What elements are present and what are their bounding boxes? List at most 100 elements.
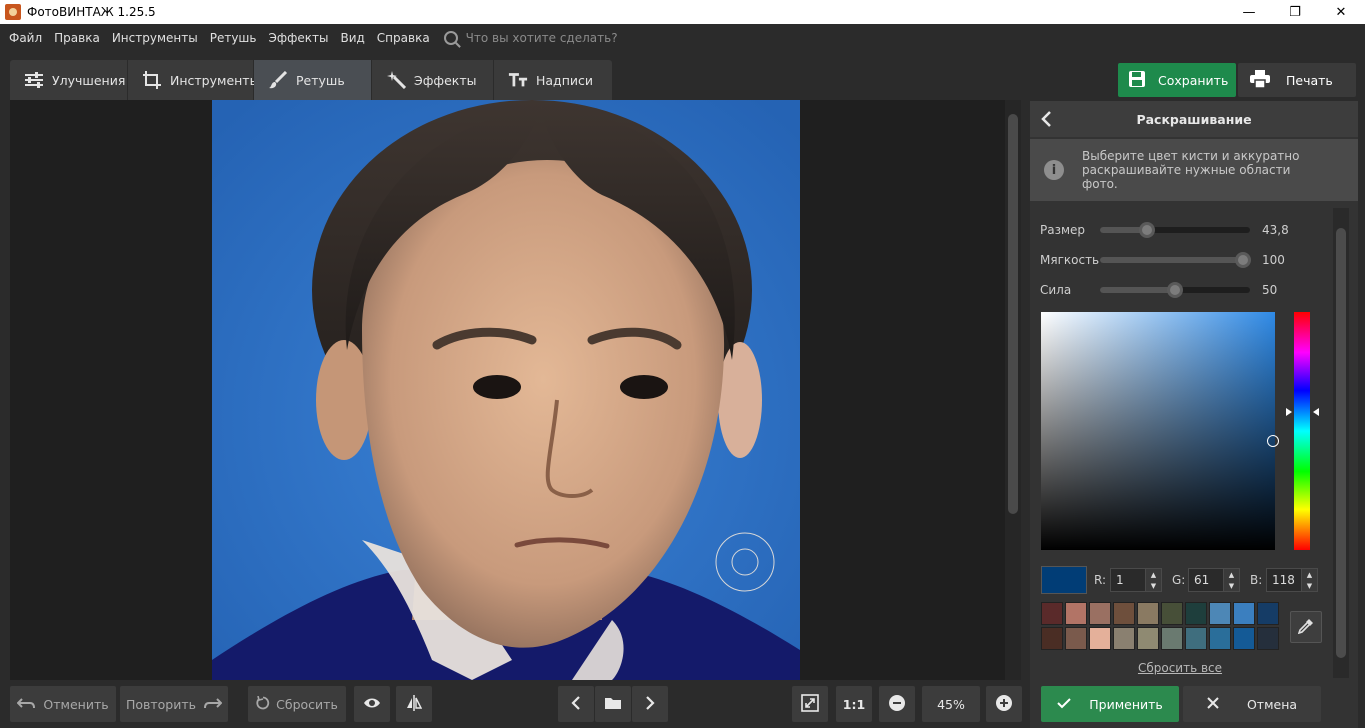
next-image-button[interactable] bbox=[632, 686, 668, 722]
previous-image-button[interactable] bbox=[558, 686, 594, 722]
tab-enhancements[interactable]: Улучшения bbox=[10, 60, 128, 100]
strength-slider[interactable]: Сила 50 bbox=[1040, 280, 1340, 300]
hue-slider[interactable] bbox=[1294, 312, 1310, 550]
chevron-up-icon[interactable]: ▲ bbox=[1307, 571, 1312, 579]
maximize-button[interactable]: ❐ bbox=[1272, 0, 1318, 24]
chevron-up-icon[interactable]: ▲ bbox=[1229, 571, 1234, 579]
hue-marker-right-icon[interactable] bbox=[1313, 407, 1319, 416]
compare-button[interactable] bbox=[396, 686, 432, 722]
palette-swatch[interactable] bbox=[1137, 602, 1159, 625]
zoom-out-icon bbox=[888, 694, 906, 715]
palette-swatch[interactable] bbox=[1233, 602, 1255, 625]
menu-effects[interactable]: Эффекты bbox=[262, 31, 334, 45]
undo-label: Отменить bbox=[43, 696, 109, 712]
palette-swatch[interactable] bbox=[1041, 627, 1063, 650]
green-input[interactable]: 61 bbox=[1188, 568, 1224, 592]
palette-swatch[interactable] bbox=[1233, 627, 1255, 650]
image-canvas[interactable] bbox=[10, 100, 1005, 680]
palette-swatch[interactable] bbox=[1185, 602, 1207, 625]
palette-swatch[interactable] bbox=[1257, 627, 1279, 650]
panel-scrollbar[interactable] bbox=[1333, 208, 1349, 678]
fit-to-screen-button[interactable] bbox=[792, 686, 828, 722]
palette-swatch[interactable] bbox=[1113, 627, 1135, 650]
menu-edit[interactable]: Правка bbox=[48, 31, 106, 45]
chevron-down-icon[interactable]: ▼ bbox=[1229, 582, 1234, 590]
slider-track[interactable] bbox=[1100, 222, 1250, 238]
canvas-scroll-thumb[interactable] bbox=[1008, 114, 1018, 514]
zoom-level[interactable]: 45% bbox=[922, 686, 980, 722]
menu-view[interactable]: Вид bbox=[334, 31, 370, 45]
zoom-in-icon bbox=[995, 694, 1013, 715]
palette-swatch[interactable] bbox=[1185, 627, 1207, 650]
slider-label: Мягкость bbox=[1040, 253, 1100, 267]
panel-scroll-thumb[interactable] bbox=[1336, 228, 1346, 658]
chevron-down-icon[interactable]: ▼ bbox=[1307, 582, 1312, 590]
blue-stepper[interactable]: ▲ ▼ bbox=[1302, 568, 1318, 592]
red-stepper[interactable]: ▲ ▼ bbox=[1146, 568, 1162, 592]
back-arrow-icon[interactable] bbox=[1040, 109, 1054, 129]
magic-wand-icon bbox=[386, 71, 406, 89]
saturation-brightness-picker[interactable] bbox=[1041, 312, 1279, 550]
slider-knob[interactable] bbox=[1234, 252, 1251, 268]
slider-track[interactable] bbox=[1100, 252, 1251, 268]
zoom-out-button[interactable] bbox=[879, 686, 915, 722]
search-placeholder[interactable]: Что вы хотите сделать? bbox=[466, 31, 618, 45]
actual-size-button[interactable]: 1:1 bbox=[836, 686, 872, 722]
chevron-down-icon[interactable]: ▼ bbox=[1151, 582, 1156, 590]
undo-button[interactable]: Отменить bbox=[10, 686, 116, 722]
palette-swatch[interactable] bbox=[1065, 627, 1087, 650]
chevron-up-icon[interactable]: ▲ bbox=[1151, 571, 1156, 579]
canvas-scrollbar[interactable] bbox=[1005, 100, 1021, 680]
save-button[interactable]: Сохранить bbox=[1118, 63, 1236, 97]
slider-knob[interactable] bbox=[1138, 222, 1155, 238]
palette-swatch[interactable] bbox=[1161, 602, 1183, 625]
size-slider[interactable]: Размер 43,8 bbox=[1040, 220, 1340, 240]
palette-swatch[interactable] bbox=[1065, 602, 1087, 625]
close-button[interactable]: ✕ bbox=[1318, 0, 1364, 24]
zoom-in-button[interactable] bbox=[986, 686, 1022, 722]
photo-image[interactable] bbox=[212, 100, 800, 680]
tab-captions[interactable]: Надписи bbox=[494, 60, 612, 100]
reset-all-link[interactable]: Сбросить все bbox=[1030, 661, 1330, 675]
palette-swatch[interactable] bbox=[1089, 602, 1111, 625]
open-folder-button[interactable] bbox=[595, 686, 631, 722]
print-button[interactable]: Печать bbox=[1238, 63, 1356, 97]
tab-effects[interactable]: Эффекты bbox=[372, 60, 494, 100]
command-search[interactable]: Что вы хотите сделать? bbox=[443, 31, 618, 45]
blue-input[interactable]: 118 bbox=[1266, 568, 1302, 592]
apply-button[interactable]: Применить bbox=[1041, 686, 1179, 722]
palette-swatch[interactable] bbox=[1209, 602, 1231, 625]
redo-label: Повторить bbox=[125, 696, 197, 712]
slider-knob[interactable] bbox=[1167, 282, 1183, 298]
eyedropper-icon bbox=[1297, 618, 1314, 637]
tab-label: Инструменты bbox=[170, 72, 260, 88]
hue-marker-left-icon[interactable] bbox=[1286, 407, 1292, 416]
palette-swatch[interactable] bbox=[1113, 602, 1135, 625]
red-input[interactable]: 1 bbox=[1110, 568, 1146, 592]
palette-swatch[interactable] bbox=[1161, 627, 1183, 650]
reset-button[interactable]: Сбросить bbox=[248, 686, 346, 722]
slider-track[interactable] bbox=[1100, 282, 1250, 298]
minimize-button[interactable]: — bbox=[1226, 0, 1272, 24]
eyedropper-button[interactable] bbox=[1290, 611, 1322, 643]
color-picker-cursor[interactable] bbox=[1266, 434, 1279, 447]
preview-toggle-button[interactable] bbox=[354, 686, 390, 722]
redo-button[interactable]: Повторить bbox=[120, 686, 228, 722]
palette-swatch[interactable] bbox=[1089, 627, 1111, 650]
palette-swatch[interactable] bbox=[1209, 627, 1231, 650]
cancel-button[interactable]: Отмена bbox=[1183, 686, 1321, 722]
palette-swatch[interactable] bbox=[1257, 602, 1279, 625]
panel-header: Раскрашивание bbox=[1030, 101, 1358, 137]
menu-help[interactable]: Справка bbox=[371, 31, 436, 45]
green-stepper[interactable]: ▲ ▼ bbox=[1224, 568, 1240, 592]
palette-swatch[interactable] bbox=[1137, 627, 1159, 650]
tab-retouch[interactable]: Ретушь bbox=[254, 60, 372, 100]
close-icon bbox=[1207, 696, 1219, 712]
softness-slider[interactable]: Мягкость 100 bbox=[1040, 250, 1340, 270]
menu-file[interactable]: Файл bbox=[0, 31, 48, 45]
menu-retouch[interactable]: Ретушь bbox=[204, 31, 263, 45]
tab-label: Ретушь bbox=[296, 72, 345, 88]
palette-swatch[interactable] bbox=[1041, 602, 1063, 625]
menu-tools[interactable]: Инструменты bbox=[106, 31, 204, 45]
tab-tools[interactable]: Инструменты bbox=[128, 60, 259, 100]
